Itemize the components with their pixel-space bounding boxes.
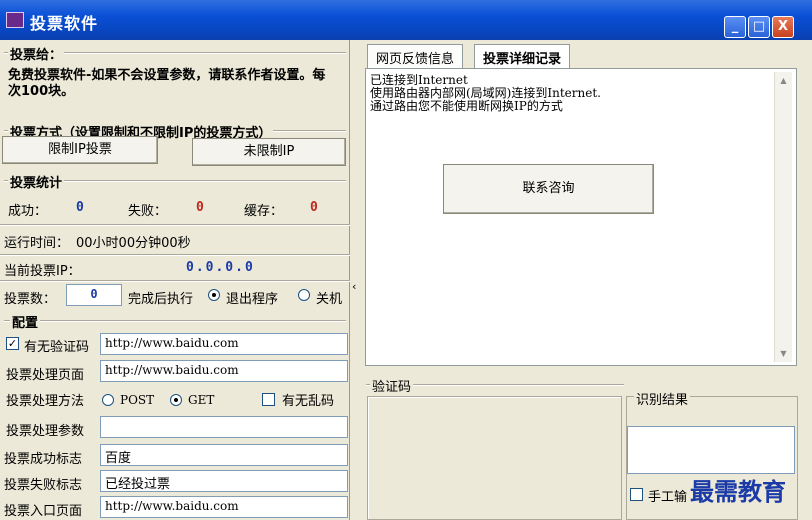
entry-page-label: 投票入口页面 xyxy=(4,504,83,519)
maximize-button[interactable]: □ xyxy=(748,16,770,38)
title-bar xyxy=(0,0,812,40)
captcha-title: 验证码 xyxy=(370,376,414,395)
close-button[interactable]: X xyxy=(772,16,794,38)
process-page-label: 投票处理页面 xyxy=(6,368,85,383)
params-input[interactable] xyxy=(100,416,348,438)
unlimited-ip-button[interactable]: 未限制IP xyxy=(192,138,346,166)
config-title: 配置 xyxy=(10,312,41,331)
exit-program-radio[interactable] xyxy=(208,289,220,301)
vote-count-input[interactable]: 0 xyxy=(66,284,122,306)
fail-flag-input[interactable]: 已经投过票 xyxy=(100,470,348,492)
params-label: 投票处理参数 xyxy=(6,424,85,439)
result-title: 识别结果 xyxy=(634,389,691,408)
collapse-arrow-icon[interactable]: ‹ xyxy=(352,280,356,293)
captcha-checkbox[interactable]: ✓ xyxy=(6,337,19,350)
after-complete-label: 完成后执行 xyxy=(128,292,194,307)
watermark-logo: 最需教育 xyxy=(690,477,786,506)
process-page-input[interactable]: http://www.baidu.com xyxy=(100,360,348,382)
get-radio[interactable] xyxy=(170,394,182,406)
success-flag-label: 投票成功标志 xyxy=(4,452,83,467)
runtime-label: 运行时间： xyxy=(4,236,70,251)
success-flag-input[interactable]: 百度 xyxy=(100,444,348,466)
minimize-button[interactable]: _ xyxy=(724,16,746,38)
limited-ip-button[interactable]: 限制IP投票 xyxy=(2,136,158,164)
manual-input-checkbox[interactable] xyxy=(630,488,643,501)
captcha-label: 有无验证码 xyxy=(24,340,90,355)
vote-target-title: 投票给： xyxy=(8,44,65,63)
exit-program-label: 退出程序 xyxy=(226,292,279,307)
current-ip-label: 当前投票IP： xyxy=(4,264,81,279)
fail-count: 0 xyxy=(196,200,204,215)
fail-flag-label: 投票失败标志 xyxy=(4,478,83,493)
garbled-label: 有无乱码 xyxy=(282,394,335,409)
scroll-up-icon[interactable]: ▲ xyxy=(775,76,792,85)
success-label: 成功： xyxy=(8,204,48,219)
captcha-image xyxy=(367,396,622,520)
app-icon xyxy=(6,12,24,28)
window-title: 投票软件 xyxy=(30,14,99,33)
feedback-log: 已连接到Internet 使用路由器内部网(局域网)连接到Internet. 通过路… xyxy=(370,74,601,113)
runtime-value: 00小时00分钟00秒 xyxy=(76,236,191,251)
cache-label: 缓存： xyxy=(244,204,284,219)
vote-count-label: 投票数： xyxy=(4,292,57,307)
shutdown-radio[interactable] xyxy=(298,289,310,301)
current-ip-value: 0.0.0.0 xyxy=(186,260,255,275)
method-label: 投票处理方法 xyxy=(6,394,85,409)
captcha-url-input[interactable]: http://www.baidu.com xyxy=(100,333,348,355)
post-radio[interactable] xyxy=(102,394,114,406)
success-count: 0 xyxy=(76,200,84,215)
stats-title: 投票统计 xyxy=(8,172,65,191)
post-label: POST xyxy=(120,393,155,407)
get-label: GET xyxy=(188,393,215,407)
tab-feedback[interactable]: 网页反馈信息 xyxy=(367,44,464,68)
entry-page-input[interactable]: http://www.baidu.com xyxy=(100,496,348,518)
log-line: 通过路由您不能使用断网换IP的方式 xyxy=(370,99,563,113)
tab-details[interactable]: 投票详细记录 xyxy=(474,44,571,70)
vote-target-description: 免费投票软件-如果不会设置参数，请联系作者设置。每次100块。 xyxy=(8,68,326,99)
shutdown-label: 关机 xyxy=(316,292,343,307)
scroll-down-icon[interactable]: ▼ xyxy=(775,349,792,358)
result-field[interactable] xyxy=(627,426,795,474)
log-scrollbar[interactable]: ▲ ▼ xyxy=(774,72,792,362)
cache-count: 0 xyxy=(310,200,318,215)
fail-label: 失败： xyxy=(128,204,168,219)
garbled-checkbox[interactable] xyxy=(262,393,275,406)
manual-input-label: 手工输 xyxy=(648,490,688,505)
contact-button[interactable]: 联系咨询 xyxy=(443,164,654,214)
